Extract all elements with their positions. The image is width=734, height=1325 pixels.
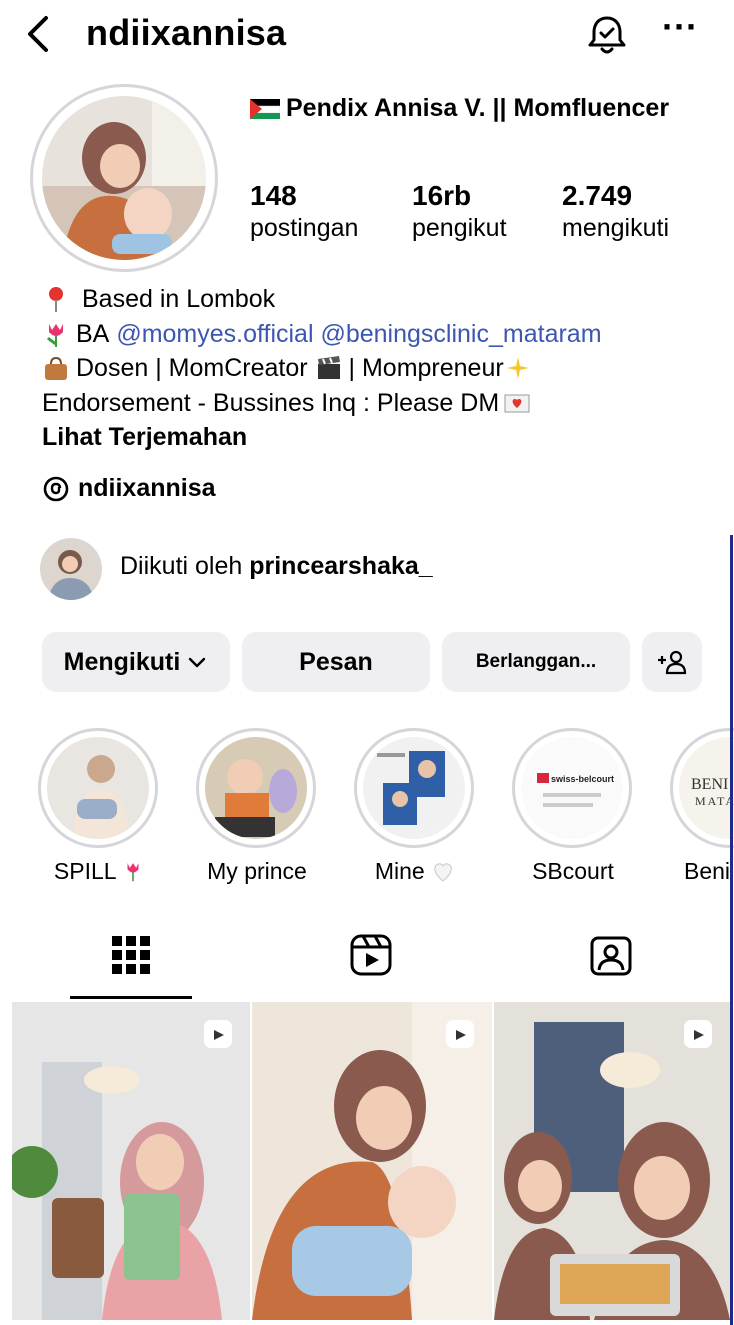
white-heart-icon — [434, 863, 452, 882]
highlight-label: SBcourt — [532, 858, 614, 884]
display-name: Pendix Annisa V. || Momfluencer — [250, 94, 669, 123]
threads-link[interactable]: ndiixannisa — [42, 474, 216, 503]
stat-following[interactable]: 2.749 mengikuti — [562, 180, 669, 243]
avatar-photo — [42, 96, 206, 260]
highlight-my-prince[interactable]: My prince — [196, 728, 318, 884]
highlight-bening[interactable]: BENI MATA Beni — [670, 728, 734, 884]
followed-by-text[interactable]: Diikuti oleh princearshaka_ — [120, 552, 433, 581]
mention-link[interactable]: @beningsclinic_mataram — [320, 317, 601, 352]
threads-icon — [43, 476, 69, 501]
sbcourt-logo-text: swiss-belcourt — [551, 774, 614, 784]
mention-link[interactable]: @momyes.official — [116, 317, 313, 352]
highlight-sbcourt[interactable]: swiss-belcourt SBcourt — [512, 728, 634, 884]
stat-followers-value: 16rb — [412, 180, 472, 211]
add-user-icon — [658, 650, 687, 675]
followed-by-avatar[interactable] — [40, 538, 102, 600]
following-button[interactable]: Mengikuti — [42, 632, 230, 692]
see-translation-link[interactable]: Lihat Terjemahan — [42, 420, 722, 455]
bio-endorsement: Endorsement - Bussines Inq : Please DM — [42, 388, 500, 417]
bio-ba-prefix: BA — [76, 319, 110, 348]
scroll-edge-line — [730, 535, 733, 1325]
subscribe-label: Berlanggan... — [475, 651, 597, 672]
followed-by-prefix: Diikuti oleh — [120, 552, 243, 580]
stat-followers-label: pengikut — [412, 214, 507, 242]
reels-icon[interactable] — [348, 932, 394, 978]
profile-avatar[interactable] — [30, 84, 218, 272]
stat-followers[interactable]: 16rb pengikut — [412, 180, 507, 243]
reel-badge-icon — [446, 1020, 474, 1048]
highlight-spill[interactable]: SPILL — [38, 728, 160, 884]
stat-posts-label: postingan — [250, 214, 359, 242]
message-button[interactable]: Pesan — [242, 632, 430, 692]
stat-posts-value: 148 — [250, 180, 297, 211]
bio-mompreneur: | Mompreneur — [348, 354, 504, 382]
stat-posts[interactable]: 148 postingan — [250, 180, 358, 243]
sparkles-icon — [506, 357, 529, 380]
tulip-icon — [46, 323, 63, 347]
reel-badge-icon — [204, 1020, 232, 1048]
grid-icon[interactable] — [108, 932, 154, 978]
bio: Based in Lombok BA @momyes.official @ben… — [42, 282, 722, 455]
post-thumbnail[interactable] — [12, 1002, 250, 1320]
threads-handle: ndiixannisa — [78, 474, 216, 502]
post-thumbnail[interactable] — [252, 1002, 492, 1320]
bening-logo-text: MATA — [695, 794, 734, 808]
highlight-mine[interactable]: Mine — [354, 728, 476, 884]
reel-badge-icon — [684, 1020, 712, 1048]
palestine-flag-icon — [250, 98, 280, 119]
followed-by-user[interactable]: princearshaka_ — [249, 552, 432, 580]
following-label: Mengikuti — [63, 647, 181, 676]
message-label: Pesan — [299, 647, 373, 676]
post-thumbnail[interactable] — [494, 1002, 730, 1320]
highlight-label: SPILL — [18, 858, 180, 885]
bio-occupation: Dosen | MomCreator — [76, 354, 308, 382]
love-letter-icon — [504, 394, 530, 413]
bio-location: Based in Lombok — [82, 285, 276, 313]
highlight-label: Mine — [334, 858, 496, 885]
add-user-button[interactable] — [642, 632, 702, 692]
stat-following-value: 2.749 — [562, 180, 633, 211]
tulip-icon — [127, 863, 139, 882]
more-options-icon[interactable]: ··· — [660, 9, 700, 54]
pin-icon — [49, 287, 63, 313]
chevron-down-icon — [189, 657, 206, 668]
clapper-icon — [317, 356, 340, 380]
subscribe-button[interactable]: Berlanggan... — [442, 632, 630, 692]
stat-following-label: mengikuti — [562, 214, 669, 242]
highlight-label: My prince — [207, 858, 307, 884]
active-tab-indicator — [70, 996, 192, 999]
bening-logo-text: BENI — [691, 776, 728, 793]
handbag-icon — [45, 357, 67, 381]
display-name-text: Pendix Annisa V. || Momfluencer — [286, 94, 670, 122]
bell-icon[interactable] — [584, 12, 630, 58]
highlight-label: Beni — [684, 858, 731, 884]
profile-username: ndiixannisa — [86, 12, 287, 53]
chevron-left-icon[interactable] — [22, 12, 58, 56]
tagged-icon[interactable] — [588, 932, 634, 978]
